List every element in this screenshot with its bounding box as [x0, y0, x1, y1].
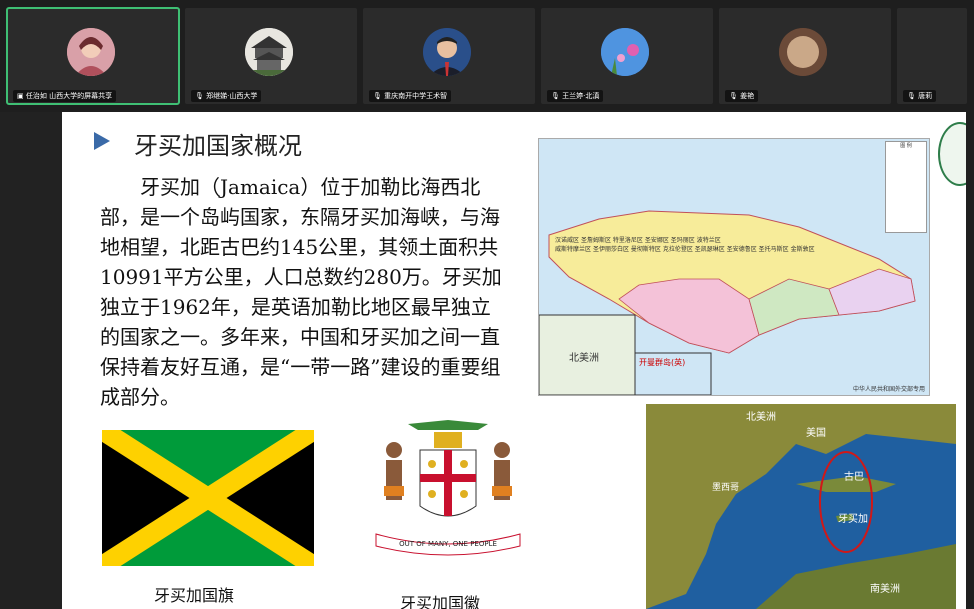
label-mexico: 墨西哥: [712, 483, 740, 493]
participant-tile[interactable]: 🎙 王兰婷·北滇: [541, 8, 713, 104]
slide-title: 牙买加国家概况: [134, 132, 302, 160]
mic-icon: 🎙: [373, 92, 385, 100]
mic-icon: 🎙: [729, 92, 741, 100]
map-legend: 图 例: [885, 141, 927, 233]
screen-share-icon: ▣: [17, 92, 26, 100]
shared-slide: 牙买加国家概况 牙买加（Jamaica）位于加勒比海西北部，是一个岛屿国家，东隔…: [62, 112, 966, 609]
mic-icon: 🎙: [551, 92, 563, 100]
map-footer: 中华人民共和国外交部专用: [852, 386, 925, 393]
participant-tile[interactable]: 🎙 郑继娣·山西大学: [185, 8, 357, 104]
mic-icon: 🎙: [195, 92, 207, 100]
label-north-america: 北美洲: [746, 412, 776, 423]
jamaica-coat-of-arms: OUT OF MANY, ONE PEOPLE: [358, 414, 538, 564]
participant-tile[interactable]: ▣ 任治如 山西大学的屏幕共享: [6, 7, 180, 105]
participant-name: ▣ 任治如 山西大学的屏幕共享: [13, 90, 117, 102]
label-jamaica: 牙买加: [838, 514, 868, 525]
avatar: [601, 28, 649, 76]
avatar: [423, 28, 471, 76]
coat-of-arms-motto: OUT OF MANY, ONE PEOPLE: [399, 540, 497, 548]
avatar: [245, 28, 293, 76]
participant-name: 🎙 郑继娣·山西大学: [191, 90, 262, 102]
flag-caption: 牙买加国旗: [154, 586, 235, 605]
avatar: [779, 28, 827, 76]
jamaica-map: 图 例 汉诺威区 圣詹姆斯区 特里洛尼区 圣安娜区 圣玛丽区 波特兰区 威斯特摩…: [538, 138, 930, 396]
participant-tile[interactable]: 🎙 姜艳: [719, 8, 891, 104]
jamaica-flag: [96, 421, 320, 575]
participant-name: 🎙 姜艳: [725, 90, 759, 102]
cayman-label: 开曼群岛(英): [639, 358, 686, 367]
participant-name: 🎙 唐莉: [903, 90, 937, 102]
slide-body-text: 牙买加（Jamaica）位于加勒比海西北部，是一个岛屿国家，东隔牙买加海峡，与海…: [100, 175, 502, 409]
label-south-america: 南美洲: [870, 584, 900, 595]
emblem-caption: 牙买加国徽: [400, 594, 481, 609]
region-map-graphic: [646, 404, 956, 609]
partial-logo: [938, 122, 966, 186]
map-inset-label: 北美洲: [569, 353, 599, 364]
mic-icon: 🎙: [907, 92, 919, 100]
caribbean-region-map: 北美洲 美国 古巴 墨西哥 牙买加 南美洲: [646, 404, 956, 609]
participant-tile[interactable]: 🎙 唐莉: [897, 8, 967, 104]
left-gutter: [0, 112, 62, 609]
participant-name: 🎙 重庆南开中学王术智: [369, 90, 452, 102]
participant-strip: ▣ 任治如 山西大学的屏幕共享 🎙 郑继娣·山西大学 🎙 重庆南开中学王术智 🎙…: [0, 0, 974, 110]
label-cuba: 古巴: [844, 472, 864, 483]
bullet-triangle-icon: [94, 132, 110, 150]
label-usa: 美国: [806, 428, 826, 439]
parish-labels: 汉诺威区 圣詹姆斯区 特里洛尼区 圣安娜区 圣玛丽区 波特兰区 威斯特摩兰区 圣…: [555, 237, 815, 253]
participant-tile[interactable]: 🎙 重庆南开中学王术智: [363, 8, 535, 104]
avatar: [67, 28, 115, 76]
participant-name: 🎙 王兰婷·北滇: [547, 90, 604, 102]
jamaica-flag-graphic: [96, 421, 320, 575]
